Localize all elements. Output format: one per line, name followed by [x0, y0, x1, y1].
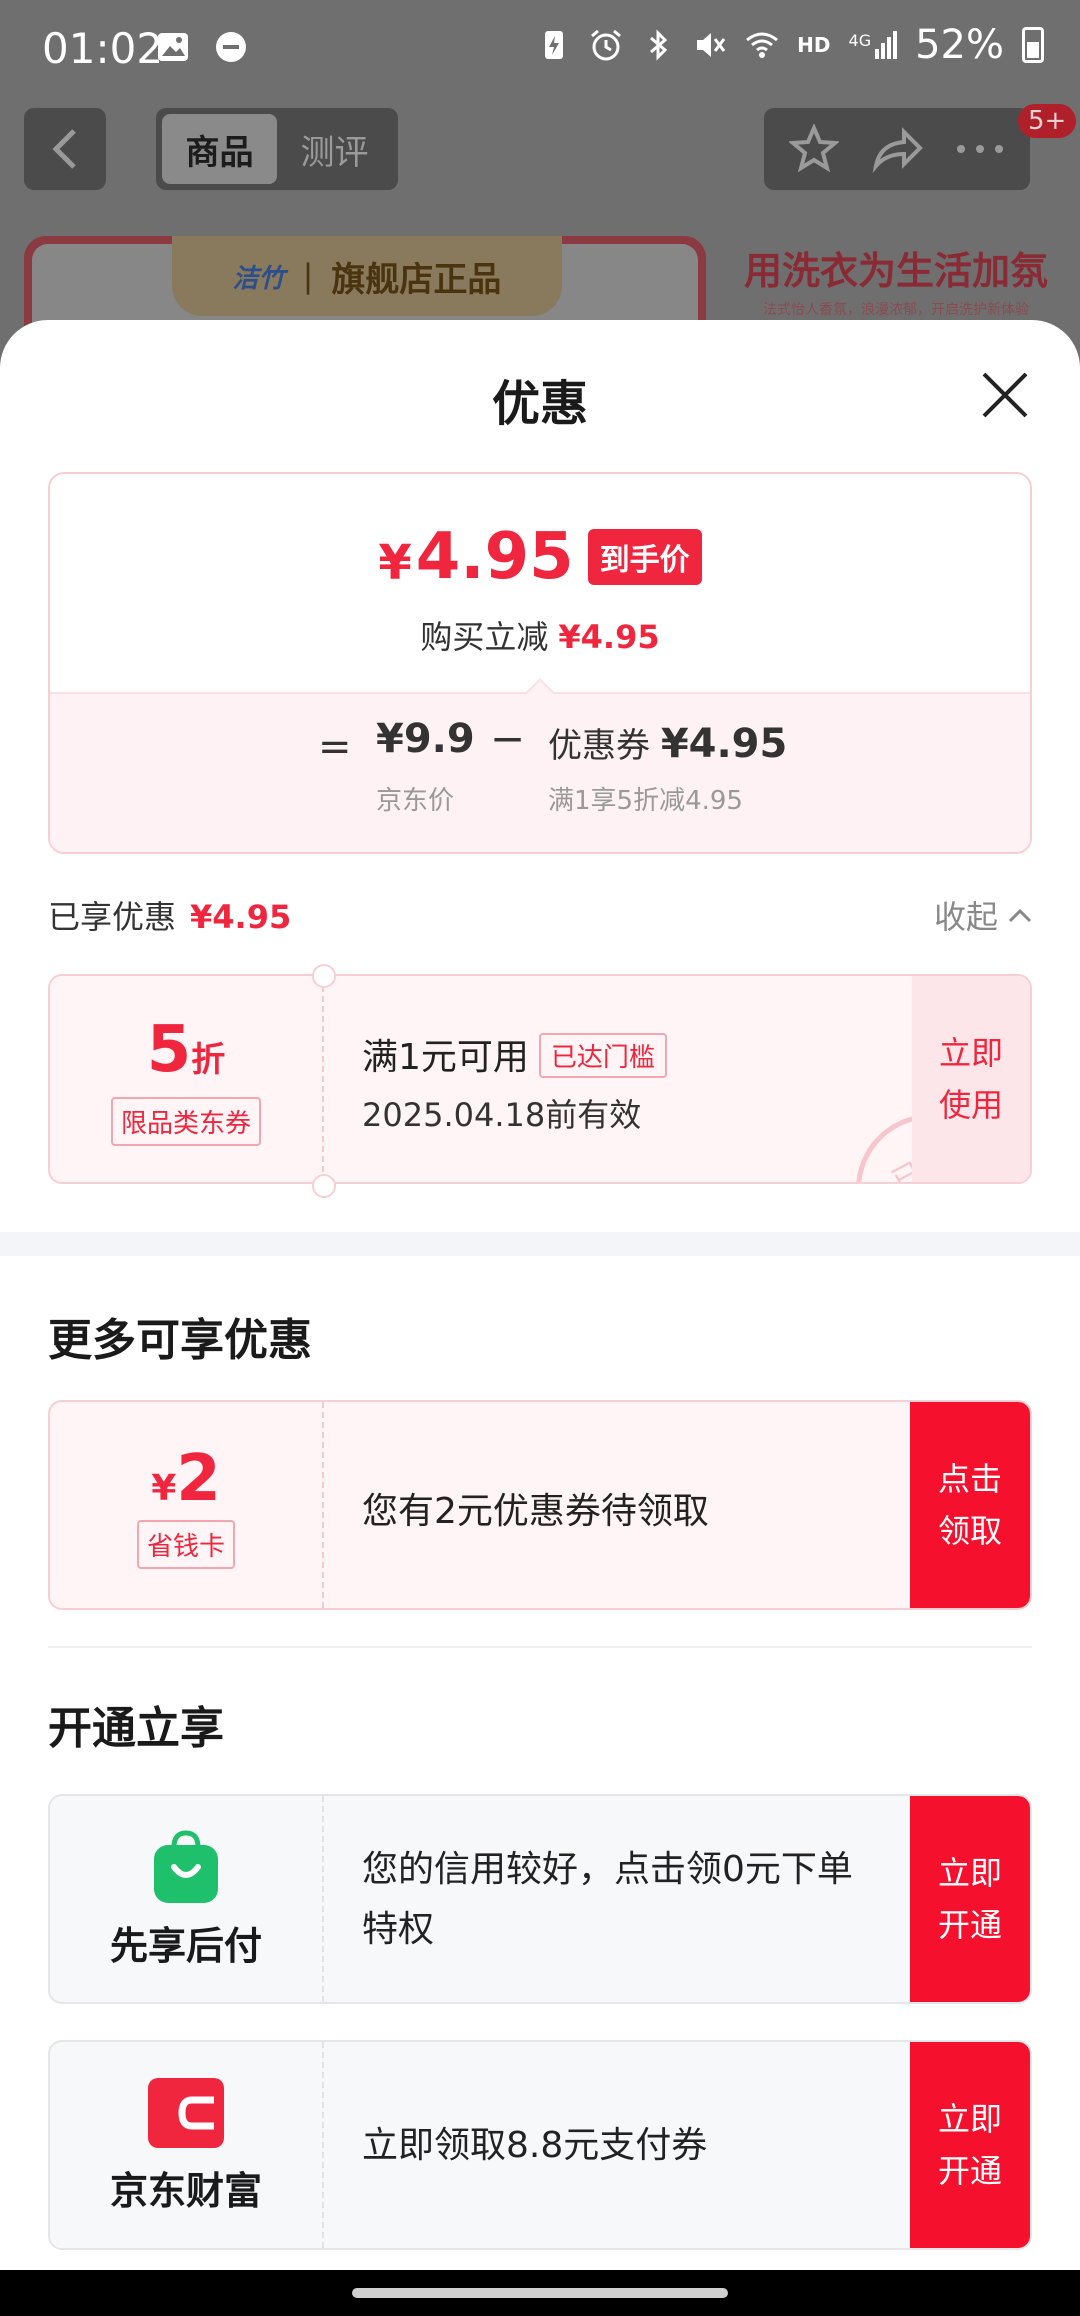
- battery-percent: 52%: [915, 22, 1004, 68]
- price-breakdown: = ¥9.9 京东价 − 优惠券 ¥4.95 满1享5折减4.95: [50, 692, 1030, 852]
- final-price-value: 4.95: [415, 520, 574, 594]
- final-price-tag: 到手价: [587, 529, 702, 585]
- promo-headline: 用洗衣为生活加氛: [743, 249, 1048, 293]
- open-services-title: 开通立享: [48, 1703, 224, 1754]
- coupon-rule: 满1享5折减4.95: [548, 786, 743, 816]
- message-badge: 5+: [1018, 104, 1077, 138]
- saving-card-desc: 您有2元优惠券待领取: [362, 1491, 709, 1532]
- star-icon[interactable]: [789, 124, 840, 174]
- home-indicator[interactable]: [352, 2288, 728, 2298]
- coupon-deduction: 优惠券 ¥4.95: [548, 721, 788, 767]
- share-icon[interactable]: [870, 124, 924, 174]
- claim-button[interactable]: 点击 领取: [910, 1402, 1030, 1608]
- jd-wealth-card: 京东财富 立即领取8.8元支付券 立即 开通: [48, 2040, 1032, 2250]
- promo-subline: 法式怡人香氛，浪漫浓郁，开启洗护新体验: [763, 302, 1029, 318]
- more-icon[interactable]: [955, 139, 1005, 159]
- wifi-icon: [746, 32, 779, 58]
- jd-wealth-desc: 立即领取8.8元支付券: [362, 2125, 708, 2166]
- dnd-icon: [216, 32, 246, 62]
- wallet-icon: [148, 2077, 224, 2148]
- tab-product[interactable]: 商品: [162, 114, 277, 184]
- enjoyed-value: ¥4.95: [190, 898, 292, 936]
- battery-icon: [1022, 27, 1044, 63]
- chevron-up-icon: [1008, 908, 1032, 923]
- jd-price: ¥9.9: [376, 716, 475, 762]
- signal-icon: 4G: [849, 31, 898, 59]
- flagship-label: 旗舰店正品: [331, 259, 502, 300]
- clock: 01:02: [42, 24, 164, 73]
- more-discounts-title: 更多可享优惠: [48, 1315, 312, 1366]
- applied-coupon: 5折 限品类东券 满1元可用已达门槛 2025.04.18前有效 已领 立即 使…: [48, 974, 1032, 1184]
- close-icon[interactable]: [980, 370, 1030, 420]
- coupon-type: 限品类东券: [110, 1096, 261, 1146]
- jd-price-label: 京东价: [376, 786, 455, 816]
- mute-icon: [697, 33, 726, 57]
- back-button[interactable]: [24, 108, 106, 190]
- final-price: ¥ 4.95 到手价: [50, 520, 1030, 594]
- shopping-bag-icon: [154, 1829, 218, 1903]
- pay-later-name: 先享后付: [109, 1923, 262, 1968]
- system-nav-bar: [0, 2270, 1080, 2316]
- coupon-discount: 5折: [146, 1012, 226, 1087]
- reached-threshold-tag: 已达门槛: [538, 1032, 667, 1078]
- pay-later-card: 先享后付 您的信用较好，点击领0元下单特权 立即 开通: [48, 1794, 1032, 2004]
- battery-saver-icon: [545, 31, 564, 59]
- product-tabs: 商品 测评: [156, 108, 398, 190]
- bluetooth-icon: [650, 29, 668, 61]
- status-bar: 01:02 HD 4G 52%: [0, 0, 1080, 96]
- sheet-title: 优惠: [491, 376, 588, 432]
- chevron-left-icon: [52, 129, 76, 169]
- open-pay-later-button[interactable]: 立即 开通: [910, 1796, 1030, 2002]
- image-icon: [158, 33, 188, 61]
- coupon-condition: 满1元可用 已达门槛: [362, 1028, 667, 1082]
- flagship-tag: 洁竹 | 旗舰店正品: [172, 236, 562, 316]
- open-jd-wealth-button[interactable]: 立即 开通: [910, 2042, 1030, 2248]
- price-summary-card: ¥ 4.95 到手价 购买立减 ¥4.95 = ¥9.9 京东价 − 优惠券 ¥4…: [48, 472, 1032, 854]
- saving-card-amount: ¥2: [151, 1441, 221, 1516]
- enjoyed-discount: 已享优惠 ¥4.95: [48, 898, 292, 936]
- saving-card-coupon: ¥2 省钱卡 您有2元优惠券待领取 点击 领取: [48, 1400, 1032, 1610]
- coupon-validity: 2025.04.18前有效: [362, 1096, 642, 1134]
- saving-card-type: 省钱卡: [136, 1519, 235, 1569]
- hd-label: HD: [797, 33, 831, 57]
- section-divider: [0, 1232, 1080, 1256]
- promo-banner: 用洗衣为生活加氛 法式怡人香氛，浪漫浓郁，开启洗护新体验: [736, 240, 1056, 319]
- header-actions: [764, 108, 1030, 190]
- use-now-button[interactable]: 立即 使用: [912, 976, 1030, 1182]
- pay-later-desc: 您的信用较好，点击领0元下单特权: [362, 1849, 853, 1950]
- discount-sheet: 优惠 ¥ 4.95 到手价 购买立减 ¥4.95 = ¥9.9 京东价 − 优惠券…: [0, 320, 1080, 2270]
- brand-logo: 洁竹: [232, 263, 285, 294]
- reduction-value: ¥4.95: [558, 618, 660, 656]
- jd-wealth-name: 京东财富: [109, 2168, 262, 2213]
- instant-reduction: 购买立减 ¥4.95: [420, 618, 660, 656]
- alarm-icon: [591, 29, 622, 61]
- product-top-nav: 商品 测评 5+: [0, 104, 1080, 196]
- collapse-button[interactable]: 收起: [934, 892, 1032, 938]
- tab-review[interactable]: 测评: [277, 114, 392, 184]
